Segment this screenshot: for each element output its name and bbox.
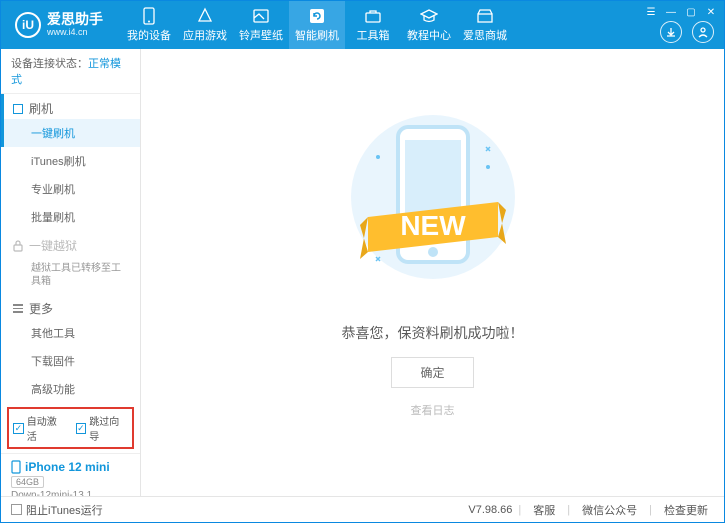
checkbox-label: 自动激活 [27,413,66,443]
sidebar-item-pro-flash[interactable]: 专业刷机 [1,175,140,203]
menu-icon[interactable]: ☰ [644,5,658,19]
nav-label: 爱思商城 [463,27,507,43]
titlebar: iU 爱思助手 www.i4.cn 我的设备 应用游戏 铃声壁纸 智能刷机 [1,1,724,49]
nav-toolbox[interactable]: 工具箱 [345,1,401,49]
checkbox-icon [11,504,22,515]
section-title: 刷机 [29,100,53,117]
checkbox-auto-activate[interactable]: ✓自动激活 [13,413,66,443]
flash-section-icon [13,104,23,114]
support-link[interactable]: 客服 [527,502,561,518]
nav-apps-games[interactable]: 应用游戏 [177,1,233,49]
refresh-icon [308,7,326,25]
success-illustration: NEW [348,107,518,307]
nav-label: 智能刷机 [295,27,339,43]
device-panel[interactable]: iPhone 12 mini 64GB Down-12mini-13,1 [1,453,140,496]
lock-icon [13,240,23,252]
sidebar-item-advanced[interactable]: 高级功能 [1,375,140,403]
nav-my-devices[interactable]: 我的设备 [121,1,177,49]
nav-tutorials[interactable]: 教程中心 [401,1,457,49]
checkbox-skip-guide[interactable]: ✓跳过向导 [76,413,129,443]
apps-icon [196,7,214,25]
success-message: 恭喜您，保资料刷机成功啦！ [342,323,524,343]
view-log-link[interactable]: 查看日志 [411,402,455,418]
statusbar: 阻止iTunes运行 V7.98.66 | 客服 | 微信公众号 | 检查更新 [1,496,724,522]
phone-icon [140,7,158,25]
app-window: iU 爱思助手 www.i4.cn 我的设备 应用游戏 铃声壁纸 智能刷机 [0,0,725,523]
sidebar-item-batch-flash[interactable]: 批量刷机 [1,203,140,231]
sidebar-item-other-tools[interactable]: 其他工具 [1,319,140,347]
nav-label: 我的设备 [127,27,171,43]
device-storage: 64GB [11,476,44,488]
check-icon: ✓ [76,423,87,434]
ok-button[interactable]: 确定 [391,357,473,388]
version-label: V7.98.66 [468,504,512,516]
nav-label: 铃声壁纸 [239,27,283,43]
hamburger-icon [13,304,23,313]
device-icon [11,460,21,474]
section-title: 一键越狱 [29,237,77,254]
nav-label: 教程中心 [407,27,451,43]
sidebar-item-onekey-flash[interactable]: 一键刷机 [1,119,140,147]
toolbox-icon [364,7,382,25]
sidebar-item-download-firmware[interactable]: 下载固件 [1,347,140,375]
wechat-link[interactable]: 微信公众号 [576,502,643,518]
user-button[interactable] [692,21,714,43]
body: 设备连接状态：正常模式 刷机 一键刷机 iTunes刷机 专业刷机 批量刷机 一… [1,49,724,496]
nav-store[interactable]: 爱思商城 [457,1,513,49]
brand-logo: iU 爱思助手 www.i4.cn [15,12,103,38]
title-circle-buttons [660,21,714,43]
check-icon: ✓ [13,423,24,434]
minimize-button[interactable]: — [664,5,678,19]
sidebar: 设备连接状态：正常模式 刷机 一键刷机 iTunes刷机 专业刷机 批量刷机 一… [1,49,141,496]
section-more[interactable]: 更多 [1,294,140,319]
store-icon [476,7,494,25]
device-name: iPhone 12 mini [11,460,130,474]
checkbox-label: 跳过向导 [89,413,128,443]
jailbreak-note: 越狱工具已转移至工具箱 [1,256,140,294]
check-update-link[interactable]: 检查更新 [658,502,714,518]
window-controls: ☰ — ▢ ✕ [644,5,718,19]
nav-label: 工具箱 [357,27,390,43]
download-button[interactable] [660,21,682,43]
ribbon-text: NEW [400,210,466,241]
logo-icon: iU [15,12,41,38]
checkbox-block-itunes[interactable]: 阻止iTunes运行 [11,502,103,518]
graduation-icon [420,7,438,25]
section-title: 更多 [29,300,53,317]
nav-label: 应用游戏 [183,27,227,43]
brand-url: www.i4.cn [47,28,103,38]
sidebar-item-itunes-flash[interactable]: iTunes刷机 [1,147,140,175]
brand-title: 爱思助手 [47,12,103,27]
section-flash[interactable]: 刷机 [1,94,140,119]
checkbox-label: 阻止iTunes运行 [26,502,103,518]
wallpaper-icon [252,7,270,25]
maximize-button[interactable]: ▢ [684,5,698,19]
main-content: NEW 恭喜您，保资料刷机成功啦！ 确定 查看日志 [141,49,724,496]
close-button[interactable]: ✕ [704,5,718,19]
connection-status: 设备连接状态：正常模式 [1,49,140,94]
nav-ringtones-wallpapers[interactable]: 铃声壁纸 [233,1,289,49]
nav-smart-flash[interactable]: 智能刷机 [289,1,345,49]
main-nav: 我的设备 应用游戏 铃声壁纸 智能刷机 工具箱 教程中心 [121,1,513,49]
option-checkboxes: ✓自动激活 ✓跳过向导 [7,407,134,449]
conn-label: 设备连接状态： [11,58,88,70]
section-jailbreak: 一键越狱 [1,231,140,256]
